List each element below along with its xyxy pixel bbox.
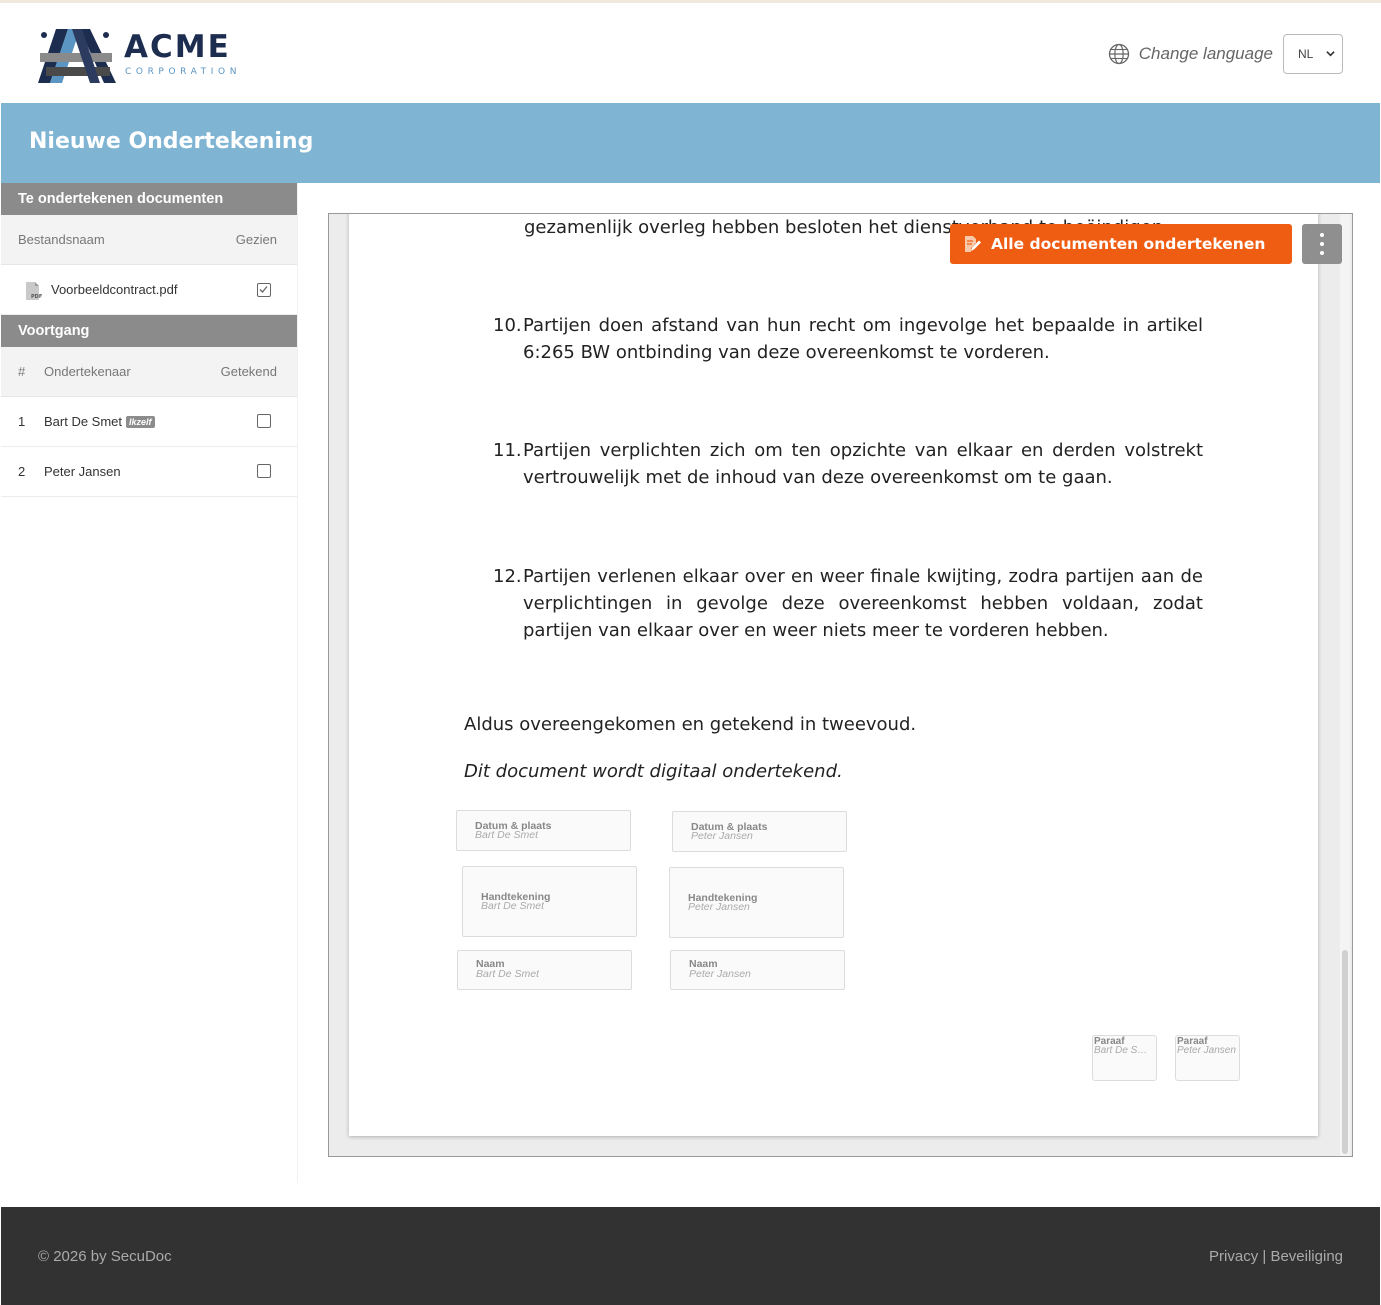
field-signer: Bart De Smet — [1094, 1045, 1154, 1056]
col-number: # — [18, 364, 26, 379]
col-seen: Gezien — [235, 232, 277, 247]
date-place-field-signer-1[interactable]: Datum & plaats Bart De Smet — [456, 810, 631, 851]
document-page: gezamenlijk overleg hebben besloten het … — [349, 214, 1318, 1136]
signer-name-cell: Bart De Smet Ikzelf — [44, 414, 155, 429]
clause-text: Partijen doen afstand van hun recht om i… — [523, 315, 1203, 363]
signature-field-signer-1[interactable]: Handtekening Bart De Smet — [462, 866, 637, 937]
page-title: Nieuwe Ondertekening — [29, 129, 314, 154]
document-row[interactable]: PDF Voorbeeldcontract.pdf — [1, 265, 297, 315]
signer-row: 2 Peter Jansen — [1, 447, 297, 497]
footer-links[interactable]: Privacy | Beveiliging — [1209, 1248, 1343, 1265]
name-field-signer-1[interactable]: Naam Bart De Smet — [457, 950, 632, 990]
acme-logo[interactable]: ACME CORPORATION — [36, 23, 246, 87]
signed-checkbox — [257, 464, 271, 478]
initials-field-signer-1[interactable]: Paraaf Bart De Smet — [1092, 1035, 1157, 1081]
field-signer: Peter Jansen — [688, 901, 750, 913]
language-select[interactable]: NL — [1283, 34, 1343, 74]
progress-heading: Voortgang — [1, 315, 297, 347]
signature-field-signer-2[interactable]: Handtekening Peter Jansen — [669, 867, 844, 938]
col-signer: Ondertekenaar — [44, 364, 131, 379]
signer-name: Peter Jansen — [44, 464, 121, 479]
clause-number: 10. — [493, 315, 522, 336]
col-signed: Getekend — [220, 364, 277, 379]
sign-all-label: Alle documenten ondertekenen — [991, 235, 1266, 253]
brand-name: ACME — [124, 29, 231, 65]
svg-text:PDF: PDF — [31, 294, 42, 300]
clause-number: 11. — [493, 440, 522, 461]
sign-all-documents-button[interactable]: Alle documenten ondertekenen — [950, 224, 1292, 264]
field-signer: Bart De Smet — [476, 968, 540, 980]
header: ACME CORPORATION Change language NL — [0, 3, 1381, 103]
sidebar: Te ondertekenen documenten Bestandsnaam … — [1, 183, 298, 1183]
self-badge: Ikzelf — [126, 416, 155, 428]
globe-icon — [1108, 43, 1129, 65]
field-signer: Peter Jansen — [689, 968, 751, 980]
change-language-label: Change language — [1138, 44, 1273, 63]
clause-text: Partijen verplichten zich om ten opzicht… — [523, 440, 1203, 488]
acme-logo-mark-icon — [38, 29, 116, 83]
field-signer: Bart De Smet — [481, 900, 545, 912]
clause-text: Partijen verlenen elkaar over en weer fi… — [523, 566, 1203, 641]
documents-table-header: Bestandsnaam Gezien — [1, 215, 297, 265]
documents-heading: Te ondertekenen documenten — [1, 183, 297, 215]
signer-number: 1 — [18, 414, 26, 429]
field-signer: Bart De Smet — [475, 829, 539, 841]
viewer-scrollbar-thumb[interactable] — [1342, 950, 1348, 1154]
signed-checkbox — [257, 414, 271, 428]
progress-table-header: # Ondertekenaar Getekend — [1, 347, 297, 397]
copyright-text: © 2026 by SecuDoc — [38, 1248, 172, 1265]
clause-number: 12. — [493, 566, 522, 587]
document-viewer[interactable]: gezamenlijk overleg hebben besloten het … — [328, 213, 1353, 1157]
initials-field-signer-2[interactable]: Paraaf Peter Jansen — [1175, 1035, 1240, 1081]
field-signer: Peter Jansen — [1177, 1045, 1236, 1056]
digital-signature-note: Dit document wordt digitaal ondertekend. — [464, 761, 843, 782]
seen-checkbox — [257, 283, 271, 297]
field-signer: Peter Jansen — [691, 830, 753, 842]
document-filename[interactable]: Voorbeeldcontract.pdf — [51, 282, 177, 297]
signer-row: 1 Bart De Smet Ikzelf — [1, 397, 297, 447]
closing-text: Aldus overeengekomen en getekend in twee… — [464, 714, 917, 735]
pdf-file-icon: PDF — [26, 282, 42, 300]
col-filename: Bestandsnaam — [18, 232, 105, 247]
sign-document-icon — [965, 236, 981, 252]
signer-name: Bart De Smet — [44, 414, 123, 429]
chevron-down-icon — [1326, 51, 1335, 57]
date-place-field-signer-2[interactable]: Datum & plaats Peter Jansen — [672, 811, 847, 852]
checkmark-icon — [259, 286, 268, 293]
signer-number: 2 — [18, 464, 26, 479]
language-select-value: NL — [1298, 47, 1314, 61]
brand-tagline: CORPORATION — [125, 67, 242, 77]
title-bar: Nieuwe Ondertekening — [1, 103, 1380, 183]
more-options-button[interactable] — [1302, 224, 1342, 264]
footer: © 2026 by SecuDoc Privacy | Beveiliging — [1, 1207, 1380, 1305]
name-field-signer-2[interactable]: Naam Peter Jansen — [670, 950, 845, 990]
language-switcher: Change language NL — [1108, 34, 1343, 74]
